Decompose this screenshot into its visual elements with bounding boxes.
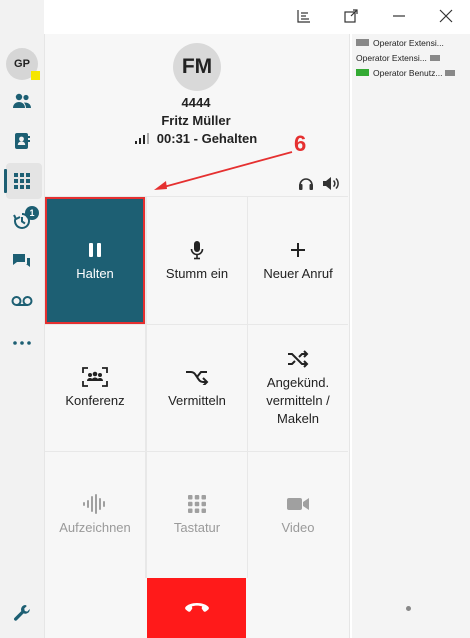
caller-initials: FM [181, 55, 213, 78]
transfer-button[interactable]: Vermitteln [147, 325, 247, 451]
dialpad-icon [14, 173, 30, 189]
end-call-button[interactable] [147, 578, 246, 638]
video-label: Video [281, 520, 315, 535]
contacts-icon [13, 93, 31, 108]
pause-icon [89, 242, 101, 257]
hold-button[interactable]: Halten [45, 197, 145, 324]
sidebar-item-chat[interactable] [0, 244, 44, 278]
mute-label: Stumm ein [165, 265, 229, 281]
conference-button[interactable]: Konferenz [45, 325, 145, 451]
chart-button[interactable] [294, 6, 314, 26]
popout-icon [344, 9, 358, 23]
keypad-icon [188, 495, 206, 513]
panel-dot [406, 606, 411, 611]
bottom-left-space [45, 578, 147, 638]
record-button[interactable]: Aufzeichnen [45, 452, 145, 578]
minimize-icon [393, 15, 405, 17]
status-swatch [356, 69, 369, 76]
caller-name: Fritz Müller [161, 113, 231, 128]
minimize-button[interactable] [389, 6, 409, 26]
headset-button[interactable] [298, 176, 314, 196]
video-camera-icon [287, 498, 309, 510]
more-icon [13, 341, 31, 345]
operator-legend-item[interactable]: Operator Extensi... [356, 37, 444, 48]
annotation-arrow [154, 151, 293, 190]
waveform-icon [83, 494, 105, 514]
operator-panel [352, 34, 470, 638]
sidebar-item-contacts[interactable] [0, 84, 44, 118]
operator-legend-label: Operator Benutz... [373, 67, 443, 78]
operator-legend-label: Operator Extensi... [373, 37, 444, 48]
presence-indicator [31, 71, 40, 80]
microphone-icon [190, 240, 204, 259]
speaker-icon [323, 177, 339, 190]
operator-legend-item[interactable]: Operator Benutz... [356, 67, 456, 78]
caller-number: 4444 [181, 95, 211, 110]
popout-button[interactable] [341, 6, 361, 26]
address-book-icon [15, 133, 30, 149]
hangup-icon [184, 603, 209, 612]
transfer-icon [186, 371, 209, 385]
history-badge: 1 [25, 206, 39, 220]
video-button[interactable]: Video [248, 452, 348, 578]
hold-label: Halten [76, 265, 114, 281]
attended-transfer-line3: Makeln [277, 411, 319, 426]
voicemail-icon [11, 296, 33, 306]
speaker-button[interactable] [322, 176, 340, 196]
chat-icon [13, 253, 30, 267]
new-call-button[interactable]: Neuer Anruf [248, 197, 348, 324]
sidebar-item-voicemail[interactable] [0, 284, 44, 318]
settings-button[interactable] [0, 596, 44, 630]
status-swatch [356, 39, 369, 46]
shuffle-icon [288, 350, 309, 368]
close-icon [439, 9, 453, 23]
signal-icon [134, 133, 149, 144]
transfer-label: Vermitteln [168, 393, 226, 408]
chart-icon [297, 10, 310, 23]
new-call-label: Neuer Anruf [263, 265, 333, 281]
wrench-icon [14, 605, 30, 621]
conference-icon [82, 367, 108, 387]
user-initials: GP [14, 58, 30, 70]
operator-legend-label: Operator Extensi... [356, 52, 427, 63]
keypad-button[interactable]: Tastatur [147, 452, 247, 578]
history-badge-count: 1 [29, 208, 35, 218]
headset-icon [299, 178, 313, 190]
conference-label: Konferenz [65, 393, 125, 408]
sidebar-item-address-book[interactable] [0, 124, 44, 158]
attended-transfer-button[interactable]: Angekünd. vermitteln / Makeln [248, 325, 348, 451]
plus-icon [291, 242, 305, 257]
keypad-label: Tastatur [173, 520, 221, 535]
attended-transfer-line1: Angekünd. [266, 375, 330, 390]
status-swatch [429, 54, 440, 61]
operator-legend-item[interactable]: Operator Extensi... [356, 52, 440, 63]
status-swatch-end [445, 69, 456, 76]
bottom-right-space [246, 578, 348, 638]
mute-button[interactable]: Stumm ein [147, 197, 247, 324]
call-status-text: 00:31 - Gehalten [156, 131, 258, 146]
close-button[interactable] [436, 6, 456, 26]
sidebar-item-more[interactable] [0, 326, 44, 360]
sidebar-item-dialpad[interactable] [0, 164, 44, 198]
record-label: Aufzeichnen [59, 520, 131, 535]
attended-transfer-line2: vermitteln / [266, 393, 330, 408]
caller-avatar: FM [173, 43, 221, 91]
